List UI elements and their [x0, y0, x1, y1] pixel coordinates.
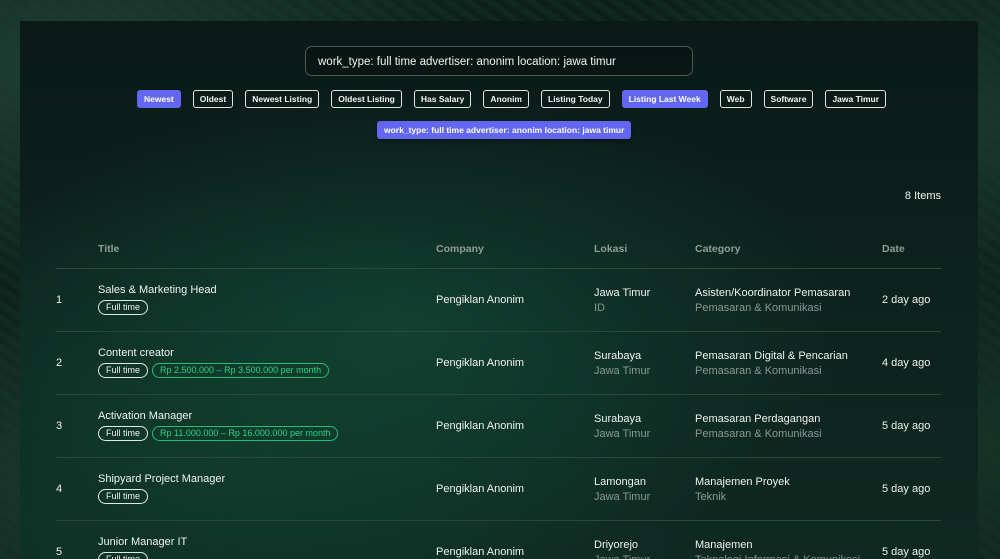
job-listing-panel: work_type: full time advertiser: anonim …	[20, 21, 978, 559]
location-sub: ID	[594, 302, 605, 314]
company-name: Pengiklan Anonim	[436, 420, 525, 432]
category: Asisten/Koordinator Pemasaran	[695, 287, 851, 299]
column-category[interactable]: Category	[695, 243, 741, 255]
posted-date: 2 day ago	[882, 294, 931, 306]
company-name: Pengiklan Anonim	[436, 294, 525, 306]
category: Pemasaran Perdagangan	[695, 413, 821, 425]
table-row[interactable]: 4 Shipyard Project Manager Full time Pengik…	[56, 458, 941, 521]
company-name: Pengiklan Anonim	[436, 483, 525, 495]
job-title[interactable]: Shipyard Project Manager	[98, 473, 225, 485]
chip-software[interactable]: Software	[763, 90, 814, 108]
table-row[interactable]: 1 Sales & Marketing Head Full time Pengikla…	[56, 269, 941, 332]
location: Jawa Timur	[594, 287, 651, 299]
work-type-badge: Full time	[98, 552, 149, 559]
row-number: 3	[56, 420, 63, 432]
job-title[interactable]: Content creator	[98, 347, 174, 359]
salary-badge: Rp 2.500.000 – Rp 3.500.000 per month	[152, 363, 330, 378]
table-row[interactable]: 5 Junior Manager IT Full time Pengiklan Ano…	[56, 521, 941, 559]
column-lokasi[interactable]: Lokasi	[594, 243, 627, 255]
job-title[interactable]: Activation Manager	[98, 410, 192, 422]
table-row[interactable]: 3 Activation Manager Full time Rp 11.000.00…	[56, 395, 941, 458]
location: Driyorejo	[594, 539, 639, 551]
work-type-badge: Full time	[98, 363, 149, 378]
job-title[interactable]: Junior Manager IT	[98, 536, 187, 548]
job-badges: Full time	[98, 552, 149, 559]
active-filter-tag[interactable]: work_type: full time advertiser: anonim …	[377, 121, 632, 139]
sort-filter-chips: Newest Oldest Newest Listing Oldest Listing…	[137, 90, 887, 108]
job-badges: Full time	[98, 489, 149, 504]
work-type-badge: Full time	[98, 489, 149, 504]
items-count: 8 Items	[904, 190, 941, 202]
job-title[interactable]: Sales & Marketing Head	[98, 284, 217, 296]
category: Pemasaran Digital & Pencarian	[695, 350, 848, 362]
chip-jawa-timur[interactable]: Jawa Timur	[825, 90, 887, 108]
column-company[interactable]: Company	[436, 243, 484, 255]
location: Surabaya	[594, 413, 642, 425]
posted-date: 4 day ago	[882, 357, 931, 369]
company-name: Pengiklan Anonim	[436, 357, 525, 369]
category-sub: Pemasaran & Komunikasi	[695, 365, 822, 377]
work-type-badge: Full time	[98, 426, 149, 441]
job-badges: Full time Rp 2.500.000 – Rp 3.500.000 per…	[98, 363, 330, 378]
job-badges: Full time Rp 11.000.000 – Rp 16.000.000 p…	[98, 426, 339, 441]
job-badges: Full time	[98, 300, 149, 315]
table-row[interactable]: 2 Content creator Full time Rp 2.500.000 – …	[56, 332, 941, 395]
search-input[interactable]: work_type: full time advertiser: anonim …	[305, 46, 693, 76]
chip-oldest[interactable]: Oldest	[192, 90, 234, 108]
category-sub: Pemasaran & Komunikasi	[695, 428, 822, 440]
chip-newest[interactable]: Newest	[137, 90, 181, 108]
category-sub: Pemasaran & Komunikasi	[695, 302, 822, 314]
chip-listing-last-week[interactable]: Listing Last Week	[621, 90, 708, 108]
category: Manajemen	[695, 539, 753, 551]
row-number: 1	[56, 294, 63, 306]
chip-has-salary[interactable]: Has Salary	[413, 90, 472, 108]
column-title[interactable]: Title	[98, 243, 119, 255]
location: Lamongan	[594, 476, 646, 488]
location-sub: Jawa Timur	[594, 491, 651, 503]
chip-web[interactable]: Web	[719, 90, 752, 108]
table-header: Title Company Lokasi Category Date	[56, 229, 941, 269]
salary-badge: Rp 11.000.000 – Rp 16.000.000 per month	[152, 426, 339, 441]
row-number: 4	[56, 483, 63, 495]
column-date[interactable]: Date	[882, 243, 905, 255]
location-sub: Jawa Timur	[594, 365, 651, 377]
chip-anonim[interactable]: Anonim	[483, 90, 529, 108]
posted-date: 5 day ago	[882, 420, 931, 432]
category: Manajemen Proyek	[695, 476, 790, 488]
row-number: 2	[56, 357, 63, 369]
chip-listing-today[interactable]: Listing Today	[541, 90, 610, 108]
chip-newest-listing[interactable]: Newest Listing	[245, 90, 320, 108]
posted-date: 5 day ago	[882, 546, 931, 558]
posted-date: 5 day ago	[882, 483, 931, 495]
chip-oldest-listing[interactable]: Oldest Listing	[331, 90, 402, 108]
category-sub: Teknik	[695, 491, 727, 503]
location-sub: Jawa Timur	[594, 428, 651, 440]
category-sub: Teknologi Informasi & Komunikasi	[695, 554, 860, 559]
row-number: 5	[56, 546, 63, 558]
location: Surabaya	[594, 350, 642, 362]
location-sub: Jawa Timur	[594, 554, 650, 559]
company-name: Pengiklan Anonim	[436, 546, 525, 558]
work-type-badge: Full time	[98, 300, 149, 315]
